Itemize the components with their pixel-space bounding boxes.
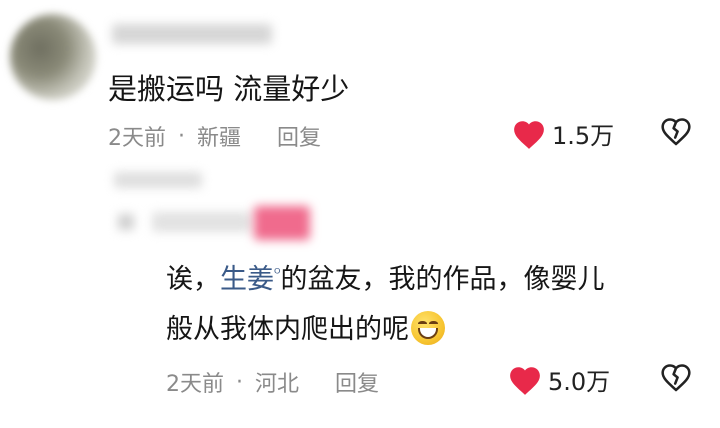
like-button[interactable]: 1.5万: [512, 116, 614, 151]
broken-heart-icon: [661, 364, 691, 392]
mention-text: 生姜: [220, 264, 274, 295]
comment-meta: 2天前 · 新疆 回复: [108, 120, 321, 152]
comment-text: 是搬运吗 流量好少: [108, 72, 350, 106]
meta-separator: ·: [236, 369, 243, 395]
dislike-button[interactable]: [660, 116, 692, 152]
reply-context-blurred: [114, 172, 202, 188]
heart-icon: [510, 366, 540, 395]
reply-text-rest: 的盆友，我的作品，像婴儿: [280, 264, 605, 295]
user-avatar[interactable]: [10, 14, 96, 100]
reply-button[interactable]: 回复: [335, 366, 379, 398]
grinning-face-emoji: [411, 310, 445, 345]
author-badge-blurred: [254, 206, 310, 240]
reply-button[interactable]: 回复: [277, 120, 321, 152]
like-count: 1.5万: [552, 122, 615, 150]
mention-link[interactable]: 生姜ᴼ: [220, 264, 280, 295]
reply-location: 河北: [255, 372, 300, 397]
reply-text-line1: 诶，生姜ᴼ的盆友，我的作品，像婴儿: [166, 257, 604, 296]
comment-location: 新疆: [197, 126, 242, 151]
dislike-button[interactable]: [660, 362, 692, 398]
heart-icon: [514, 120, 544, 149]
comment-time: 2天前: [108, 126, 166, 151]
reply-prefix: 诶，: [166, 264, 220, 295]
reply-meta: 2天前 · 河北 回复: [166, 366, 379, 398]
meta-separator: ·: [178, 123, 185, 149]
username-blurred[interactable]: [112, 24, 272, 44]
reply-avatar[interactable]: [118, 214, 134, 230]
reply-text-line2: 般从我体内爬出的呢: [166, 307, 445, 348]
like-count: 5.0万: [548, 368, 611, 396]
reply-text-line2-text: 般从我体内爬出的呢: [166, 314, 409, 345]
reply-time: 2天前: [166, 372, 224, 397]
reply-username-blurred[interactable]: [152, 212, 252, 232]
broken-heart-icon: [661, 118, 691, 146]
like-button[interactable]: 5.0万: [508, 362, 610, 397]
